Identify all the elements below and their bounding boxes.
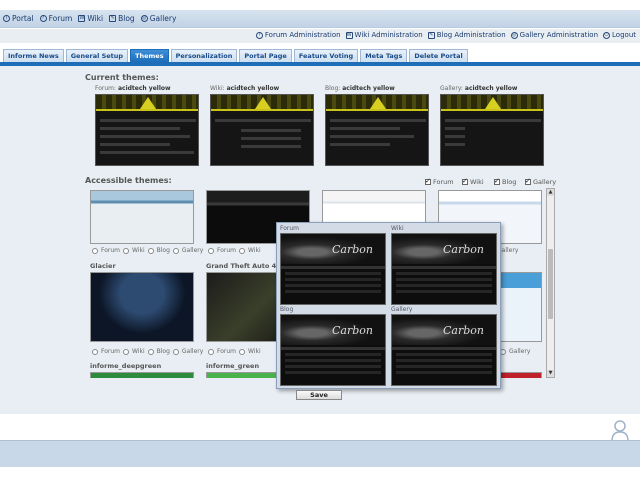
top-nav: i Portal ? Forum W Wiki ✎ Blog ◎ Gallery <box>3 14 176 23</box>
theme-thumbnail[interactable] <box>90 372 194 378</box>
accessible-themes-title: Accessible themes: <box>85 176 172 185</box>
forum-checkbox[interactable] <box>425 177 431 185</box>
scroll-up-icon[interactable]: ▲ <box>547 189 554 196</box>
scroll-thumb[interactable] <box>548 249 553 319</box>
theme-preview-popup: Forum Carbon Wiki Carbon Blog Carbon Gal… <box>276 222 501 389</box>
theme-name: Glacier <box>90 262 116 270</box>
nav-gallery[interactable]: ◎ Gallery <box>140 14 176 23</box>
tab-meta-tags[interactable]: Meta Tags <box>360 49 408 62</box>
forum-icon: ? <box>255 31 263 39</box>
theme-thumbnail[interactable] <box>498 272 542 342</box>
forum-radio[interactable] <box>208 247 214 254</box>
preview-forum: Forum Carbon <box>280 225 388 305</box>
theme-name: informe_green <box>206 362 260 370</box>
blog-radio[interactable] <box>147 247 154 254</box>
current-wiki-theme[interactable]: Wiki: acidtech yellow <box>210 85 314 166</box>
theme-assign-radios: Forum Wiki Blog Gallery <box>92 247 203 254</box>
wiki-icon: W <box>78 15 86 22</box>
preview-gallery: Gallery Carbon <box>391 306 499 386</box>
filter-gallery[interactable]: Gallery <box>525 177 556 186</box>
preview-blog: Blog Carbon <box>280 306 388 386</box>
settings-tabs: Informe News General Setup Themes Person… <box>3 49 468 62</box>
nav-wiki[interactable]: W Wiki <box>78 14 103 23</box>
tab-portal-page[interactable]: Portal Page <box>239 49 292 62</box>
tab-delete-portal[interactable]: Delete Portal <box>409 49 468 62</box>
nav-blog[interactable]: ✎ Blog <box>109 14 135 23</box>
portal-icon: i <box>3 15 10 22</box>
current-themes-title: Current themes: <box>85 73 159 82</box>
wiki-radio[interactable] <box>239 247 246 254</box>
theme-thumbnail: Carbon <box>391 314 497 386</box>
tab-personalization[interactable]: Personalization <box>170 49 238 62</box>
theme-thumbnail <box>210 94 314 166</box>
theme-name: Grand Theft Auto 4 <box>206 262 277 270</box>
filter-forum[interactable]: Forum <box>425 177 454 186</box>
blog-radio[interactable] <box>147 348 154 355</box>
blog-icon: ✎ <box>427 31 435 39</box>
wiki-admin-link[interactable]: W Wiki Administration <box>345 31 423 39</box>
blog-checkbox[interactable] <box>494 177 500 185</box>
theme-assign-radios: Forum Wiki <box>208 247 261 254</box>
gallery-icon: ◎ <box>510 31 518 39</box>
theme-thumbnail <box>325 94 429 166</box>
preview-wiki: Wiki Carbon <box>391 225 499 305</box>
wiki-radio[interactable] <box>123 348 130 355</box>
theme-thumbnail: Carbon <box>280 314 386 386</box>
filter-wiki[interactable]: Wiki <box>462 177 484 186</box>
wiki-radio[interactable] <box>239 348 246 355</box>
forum-admin-link[interactable]: ? Forum Administration <box>255 31 341 39</box>
current-gallery-theme[interactable]: Gallery: acidtech yellow <box>440 85 544 166</box>
gallery-radio[interactable] <box>172 348 179 355</box>
tab-feature-voting[interactable]: Feature Voting <box>293 49 359 62</box>
theme-assign-radios: Forum Wiki <box>208 348 261 355</box>
filter-blog[interactable]: Blog <box>494 177 516 186</box>
blog-admin-link[interactable]: ✎ Blog Administration <box>427 31 506 39</box>
wiki-radio[interactable] <box>123 247 130 254</box>
forum-radio[interactable] <box>92 348 98 355</box>
forum-icon: ? <box>39 15 47 22</box>
theme-thumbnail <box>440 94 544 166</box>
current-forum-theme[interactable]: Forum: acidtech yellow <box>95 85 199 166</box>
theme-assign-radios: Gallery <box>500 348 530 355</box>
theme-assign-radios: Forum Wiki Blog Gallery <box>92 348 203 355</box>
scroll-down-icon[interactable]: ▼ <box>547 370 554 377</box>
nav-portal[interactable]: i Portal <box>3 14 34 23</box>
blog-icon: ✎ <box>109 15 117 22</box>
wiki-icon: W <box>345 31 353 39</box>
theme-thumbnail: Carbon <box>391 233 497 305</box>
forum-radio[interactable] <box>208 348 214 355</box>
theme-thumbnail: Carbon <box>280 233 386 305</box>
admin-nav: ? Forum Administration W Wiki Administrati… <box>255 31 636 39</box>
theme-thumbnail <box>95 94 199 166</box>
theme-thumbnail[interactable] <box>90 272 194 342</box>
forum-radio[interactable] <box>92 247 98 254</box>
themes-scrollbar[interactable]: ▲ ▼ <box>546 188 555 378</box>
user-icon[interactable] <box>610 420 630 442</box>
logout-link[interactable]: ⏻ Logout <box>603 31 636 39</box>
current-blog-theme[interactable]: Blog: acidtech yellow <box>325 85 429 166</box>
gallery-checkbox[interactable] <box>525 177 531 185</box>
tab-general-setup[interactable]: General Setup <box>65 49 129 62</box>
save-button[interactable]: Save <box>296 390 342 400</box>
tab-informe-news[interactable]: Informe News <box>3 49 64 62</box>
theme-thumbnail[interactable] <box>498 372 542 378</box>
theme-name: informe_deepgreen <box>90 362 162 370</box>
wiki-checkbox[interactable] <box>462 177 468 185</box>
nav-forum[interactable]: ? Forum <box>39 14 72 23</box>
gallery-icon: ◎ <box>140 15 148 22</box>
power-icon: ⏻ <box>603 31 611 39</box>
theme-thumbnail[interactable] <box>90 190 194 244</box>
footer-bar <box>0 440 640 467</box>
tab-themes[interactable]: Themes <box>130 49 169 62</box>
gallery-admin-link[interactable]: ◎ Gallery Administration <box>510 31 598 39</box>
gallery-radio[interactable] <box>172 247 179 254</box>
